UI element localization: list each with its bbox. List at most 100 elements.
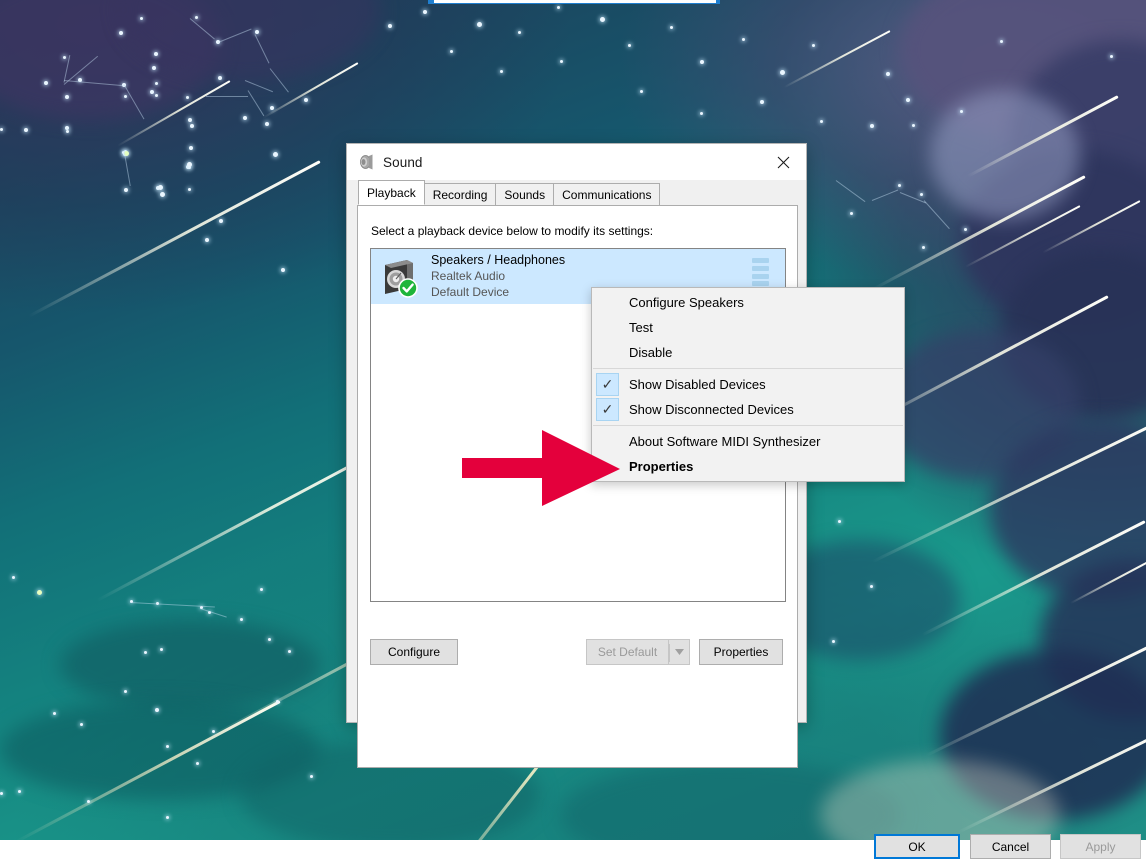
device-driver: Realtek Audio — [431, 268, 506, 283]
star-dot — [18, 790, 21, 793]
star-dot — [260, 588, 263, 591]
constellation-line — [247, 90, 265, 117]
tab-sounds[interactable]: Sounds — [495, 183, 555, 205]
star-dot — [124, 690, 127, 693]
star-dot — [268, 638, 271, 641]
tab-bar: Playback Recording Sounds Communications — [347, 180, 806, 205]
constellation-line — [871, 189, 899, 201]
constellation-line — [199, 608, 227, 618]
meter-bar — [752, 265, 769, 271]
star-dot — [812, 44, 815, 47]
star-dot — [0, 128, 3, 131]
speaker-icon — [357, 153, 375, 171]
star-dot — [832, 640, 835, 643]
star-dot — [1110, 55, 1113, 58]
star-dot — [304, 98, 308, 102]
star-dot — [63, 56, 66, 59]
tab-playback[interactable]: Playback — [358, 180, 425, 205]
star-dot — [158, 185, 163, 190]
star-dot — [477, 22, 482, 27]
star-dot — [195, 16, 198, 19]
menu-item-test[interactable]: Test — [592, 315, 904, 340]
star-dot — [124, 95, 127, 98]
star-dot — [152, 66, 156, 70]
star-dot — [870, 124, 874, 128]
menu-item-properties[interactable]: Properties — [592, 454, 904, 479]
star-dot — [640, 90, 643, 93]
set-default-button[interactable]: Set Default — [586, 639, 668, 665]
star-dot — [700, 60, 704, 64]
red-arrow-pointer — [462, 428, 622, 513]
menu-item-label: Show Disconnected Devices — [629, 402, 794, 417]
star-dot — [820, 120, 823, 123]
button-label: Properties — [713, 645, 769, 659]
star-dot — [44, 81, 48, 85]
star-dot — [196, 762, 199, 765]
star-dot — [65, 95, 69, 99]
menu-item-configure-speakers[interactable]: Configure Speakers — [592, 290, 904, 315]
star-dot — [700, 112, 703, 115]
menu-item-disable[interactable]: Disable — [592, 340, 904, 365]
cancel-button[interactable]: Cancel — [970, 834, 1051, 859]
star-dot — [155, 94, 158, 97]
menu-item-about-software-midi-synthesizer[interactable]: About Software MIDI Synthesizer — [592, 429, 904, 454]
constellation-line — [835, 180, 866, 203]
properties-button[interactable]: Properties — [699, 639, 783, 665]
star-dot — [288, 650, 291, 653]
star-dot — [205, 238, 209, 242]
dialog-titlebar: Sound — [347, 144, 806, 180]
star-dot — [53, 712, 56, 715]
star-dot — [920, 193, 923, 196]
star-dot — [155, 708, 159, 712]
taskbar-strip-highlight — [434, 0, 716, 3]
star-dot — [212, 730, 215, 733]
menu-item-label: Disable — [629, 345, 673, 360]
checkmark-icon: ✓ — [596, 373, 619, 396]
menu-separator — [593, 425, 903, 426]
star-dot — [310, 775, 313, 778]
star-dot — [12, 576, 15, 579]
star-dot — [388, 24, 392, 28]
menu-item-show-disconnected-devices[interactable]: ✓ Show Disconnected Devices — [592, 397, 904, 422]
star-dot — [742, 38, 745, 41]
menu-separator — [593, 368, 903, 369]
button-label: Cancel — [991, 839, 1030, 854]
device-text-block: Speakers / Headphones Realtek Audio Defa… — [431, 252, 565, 301]
star-dot — [24, 128, 28, 132]
tab-label: Sounds — [504, 187, 546, 202]
button-label: Apply — [1085, 839, 1116, 854]
meter-bar — [752, 258, 769, 263]
star-dot — [628, 44, 631, 47]
star-dot — [760, 100, 764, 104]
close-icon[interactable] — [760, 144, 806, 180]
star-dot — [450, 50, 453, 53]
star-dot — [160, 192, 165, 197]
ok-button[interactable]: OK — [874, 834, 960, 859]
star-dot — [898, 184, 901, 187]
configure-button[interactable]: Configure — [370, 639, 458, 665]
star-dot — [87, 800, 90, 803]
star-dot — [240, 618, 243, 621]
button-label: Configure — [387, 645, 441, 659]
set-default-split-button: Set Default — [586, 639, 690, 665]
device-status: Default Device — [431, 284, 510, 299]
menu-item-show-disabled-devices[interactable]: ✓ Show Disabled Devices — [592, 372, 904, 397]
star-dot — [119, 31, 123, 35]
button-label: Set Default — [597, 645, 658, 659]
chevron-down-icon[interactable] — [668, 639, 690, 665]
speaker-device-icon — [377, 255, 421, 299]
star-dot — [1000, 40, 1003, 43]
star-dot — [187, 162, 192, 167]
star-dot — [500, 70, 503, 73]
star-dot — [37, 590, 42, 595]
tab-label: Communications — [562, 187, 652, 202]
checkmark-icon: ✓ — [596, 398, 619, 421]
star-dot — [186, 96, 189, 99]
star-dot — [188, 118, 192, 122]
tab-communications[interactable]: Communications — [553, 183, 661, 205]
tab-recording[interactable]: Recording — [423, 183, 497, 205]
star-dot — [166, 816, 169, 819]
star-dot — [273, 152, 278, 157]
apply-button[interactable]: Apply — [1060, 834, 1141, 859]
star-dot — [140, 17, 143, 20]
